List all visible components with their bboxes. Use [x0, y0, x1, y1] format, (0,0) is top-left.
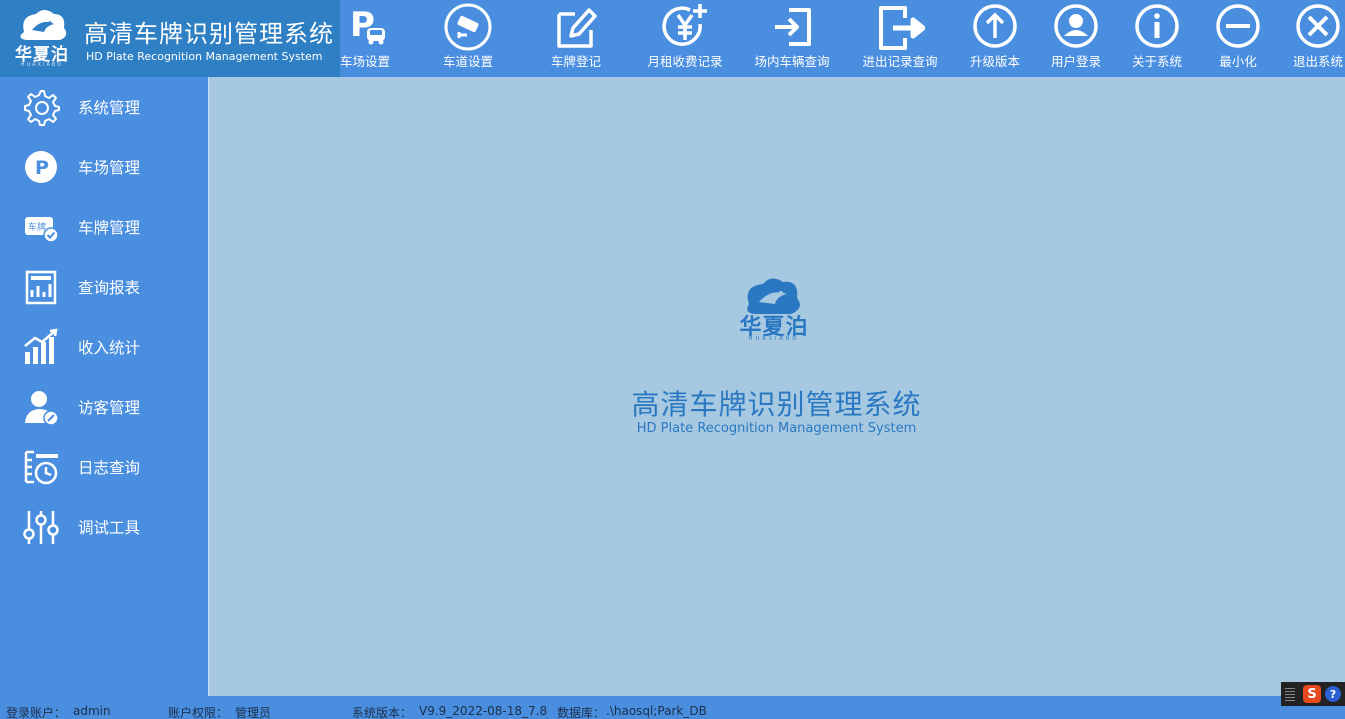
toolbar-minimize-button[interactable]: 最小化	[1203, 0, 1273, 77]
help-icon[interactable]: ?	[1325, 686, 1341, 702]
status-db-value: .\haosql;Park_DB	[606, 704, 707, 718]
report-icon	[25, 270, 57, 305]
yen-add-icon	[662, 4, 707, 46]
sidebar-item-logs[interactable]: 日志查询	[0, 437, 208, 497]
toolbar-lane-settings-button[interactable]: 车道设置	[433, 0, 503, 77]
sidebar-item-plate[interactable]: 车牌 车牌管理	[0, 197, 208, 257]
center-subtitle: HD Plate Recognition Management System	[636, 421, 917, 436]
toolbar-vehicles-inside-button[interactable]: 场内车辆查询	[746, 0, 838, 77]
toolbar-label: 车场设置	[339, 54, 390, 69]
sidebar-item-label: 调试工具	[78, 519, 141, 537]
svg-text:车牌: 车牌	[28, 221, 46, 233]
camera-icon	[444, 3, 492, 51]
status-account-label: 登录账户：	[6, 706, 67, 719]
toolbar-label: 进出记录查询	[862, 54, 938, 69]
sidebar-item-label: 收入统计	[78, 339, 141, 357]
sidebar-item-label: 车牌管理	[78, 219, 141, 237]
sidebar-item-label: 车场管理	[78, 159, 141, 177]
ime-icon[interactable]: S	[1303, 685, 1321, 703]
status-role-value: 管理员	[235, 706, 272, 719]
toolbar-label: 最小化	[1219, 54, 1257, 69]
exit-icon	[879, 6, 925, 50]
status-bar: 登录账户： admin 账户权限： 管理员 系统版本： V9.9_2022-08…	[0, 696, 1345, 719]
toolbar-label: 车道设置	[442, 54, 493, 69]
toolbar-user-login-button[interactable]: 用户登录	[1041, 0, 1111, 77]
toolbar-entry-exit-records-button[interactable]: 进出记录查询	[854, 0, 946, 77]
ime-tray: S ?	[1281, 682, 1345, 706]
toolbar-label: 退出系统	[1292, 54, 1343, 69]
drag-handle-icon[interactable]	[1285, 687, 1295, 701]
toolbar-about-button[interactable]: 关于系统	[1122, 0, 1192, 77]
close-icon	[1296, 4, 1340, 48]
status-db-label: 数据库：	[557, 706, 606, 719]
sidebar-item-reports[interactable]: 查询报表	[0, 257, 208, 317]
status-version-value: V9.9_2022-08-18_7.8	[419, 704, 548, 718]
status-role-label: 账户权限：	[168, 706, 229, 719]
edit-icon	[557, 8, 597, 48]
toolbar-label: 用户登录	[1050, 54, 1101, 69]
parking-car-icon: P	[350, 5, 385, 45]
gear-icon	[24, 90, 60, 126]
upload-icon	[973, 4, 1017, 48]
toolbar-plate-register-button[interactable]: 车牌登记	[541, 0, 611, 77]
app-subtitle: HD Plate Recognition Management System	[86, 50, 323, 63]
parking-icon: P	[25, 151, 57, 183]
user-icon	[1054, 4, 1098, 48]
status-account-value: admin	[73, 704, 111, 718]
toolbar-label: 升级版本	[969, 54, 1020, 69]
minimize-icon	[1216, 4, 1260, 48]
sidebar-item-label: 查询报表	[78, 279, 141, 297]
sidebar-item-visitors[interactable]: 访客管理	[0, 377, 208, 437]
toolbar-exit-button[interactable]: 退出系统	[1283, 0, 1345, 77]
toolbar-label: 车牌登记	[550, 54, 601, 69]
sliders-icon	[23, 511, 59, 544]
sidebar-item-income[interactable]: 收入统计	[0, 317, 208, 377]
svg-text:P: P	[35, 157, 49, 179]
app-title: 高清车牌识别管理系统	[84, 20, 334, 48]
brand-header: 华夏泊 HUAXIABO 高清车牌识别管理系统 HD Plate Recogni…	[0, 0, 340, 77]
sidebar-item-label: 日志查询	[78, 459, 141, 477]
center-brand-subtext: HUAXIABO	[748, 336, 800, 342]
brand-logo-subtext: HUAXIABO	[20, 62, 64, 68]
toolbar-monthly-fee-button[interactable]: 月租收费记录	[639, 0, 731, 77]
status-version-label: 系统版本：	[352, 706, 413, 719]
sidebar-item-label: 系统管理	[78, 99, 141, 117]
log-icon	[24, 450, 58, 485]
visitor-icon	[25, 391, 59, 426]
toolbar-parking-settings-button[interactable]: P 车场设置	[330, 0, 400, 77]
info-icon	[1135, 4, 1179, 48]
toolbar-label: 月租收费记录	[647, 54, 723, 69]
main-content: 华夏泊 HUAXIABO 高清车牌识别管理系统 HD Plate Recogni…	[208, 77, 1345, 696]
toolbar-label: 关于系统	[1131, 54, 1182, 69]
enter-icon	[775, 8, 811, 46]
sidebar-item-parking[interactable]: P 车场管理	[0, 137, 208, 197]
top-toolbar: P 车场设置 车道设置 车牌登记 月租收费记录 场内车辆查询 进出记录查询 升级…	[0, 0, 1345, 77]
toolbar-upgrade-button[interactable]: 升级版本	[960, 0, 1030, 77]
center-title: 高清车牌识别管理系统	[631, 388, 922, 421]
sidebar: 系统管理 P 车场管理 车牌 车牌管理 查询报表 收入统计 访客管理 日志查询 …	[0, 77, 208, 696]
stats-icon	[24, 328, 58, 364]
sidebar-item-system[interactable]: 系统管理	[0, 77, 208, 137]
toolbar-label: 场内车辆查询	[754, 54, 830, 69]
plate-icon: 车牌	[25, 217, 59, 243]
sidebar-item-debug[interactable]: 调试工具	[0, 497, 208, 557]
sidebar-item-label: 访客管理	[78, 399, 141, 417]
